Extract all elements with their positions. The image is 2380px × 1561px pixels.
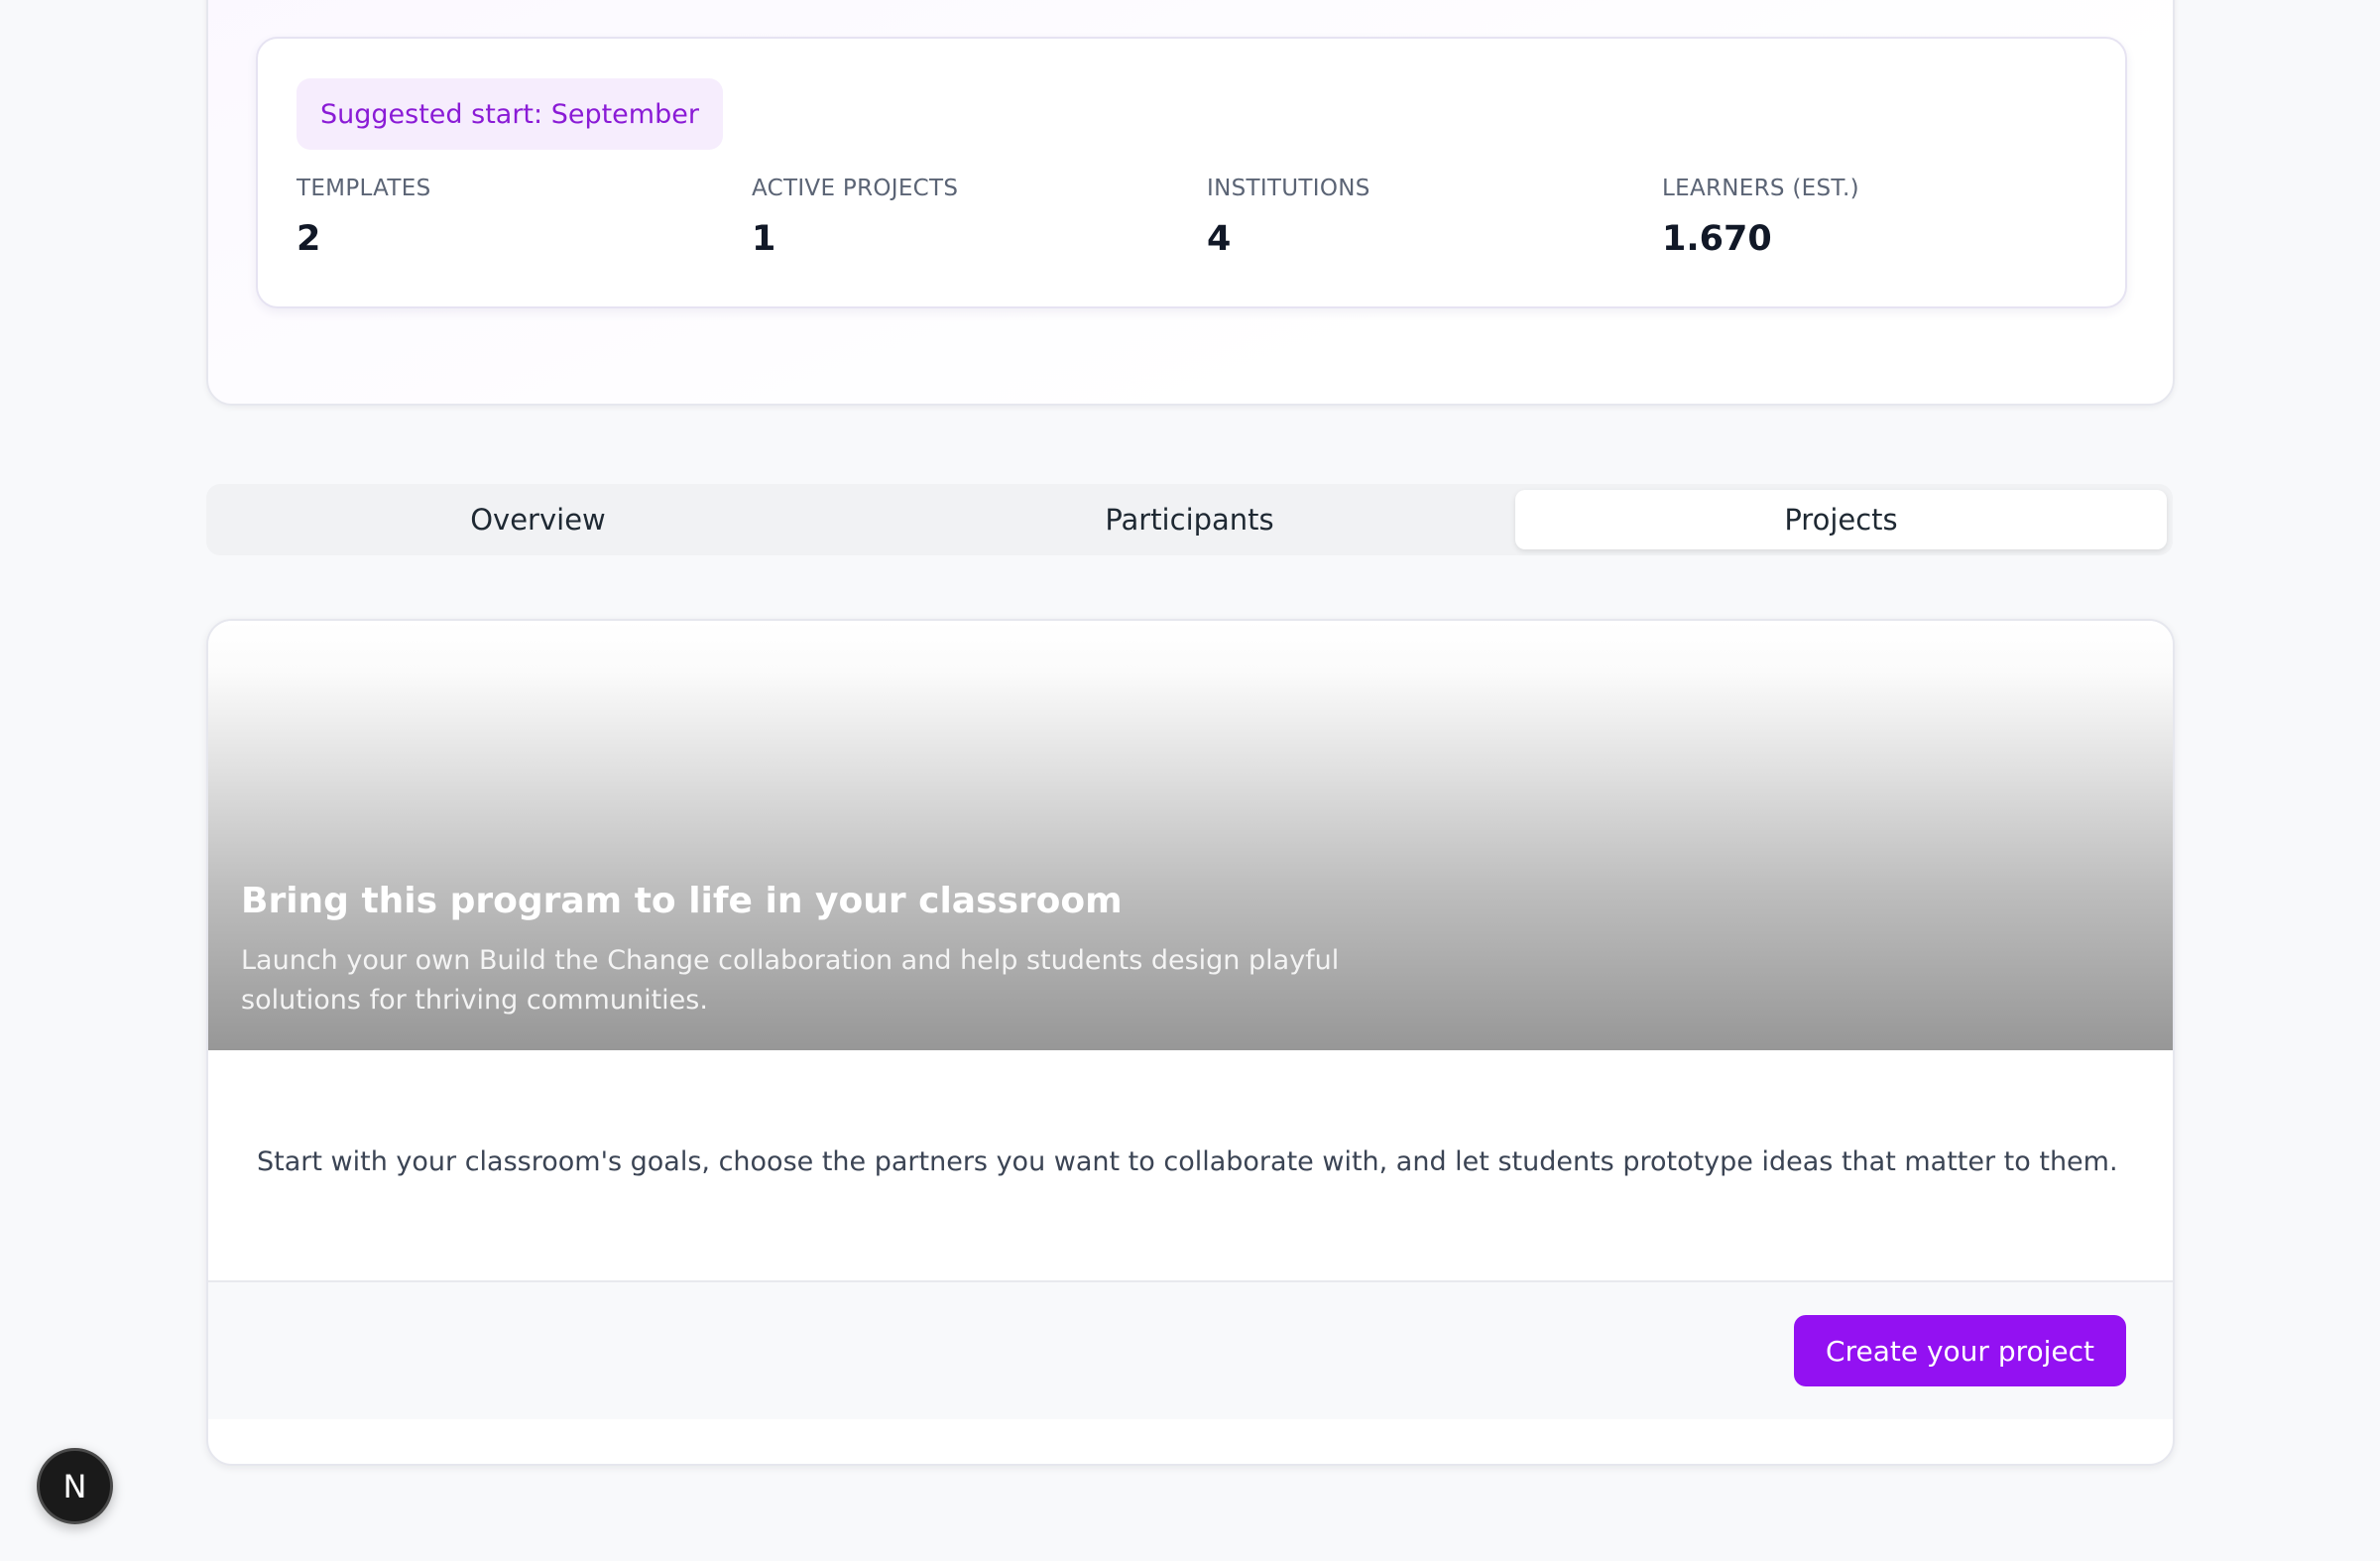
stat-label: INSTITUTIONS [1207,176,1370,201]
program-tabs: Overview Participants Projects [206,484,2173,555]
suggested-start-badge: Suggested start: September [297,78,723,150]
stat-value: 2 [297,219,321,259]
hero-title: Bring this program to life in your class… [241,881,1123,921]
hero-subtitle: Launch your own Build the Change collabo… [241,945,1340,1016]
page: Suggested start: September TEMPLATES 2 A… [0,0,2380,1561]
stat-label: ACTIVE PROJECTS [752,176,959,201]
program-stats-panel: Suggested start: September TEMPLATES 2 A… [256,37,2127,308]
tab-overview[interactable]: Overview [212,490,864,549]
cta-description: Start with your classroom's goals, choos… [257,1146,2118,1177]
stat-value: 1.670 [1662,219,1772,259]
stat-active-projects: ACTIVE PROJECTS 1 [752,176,958,259]
stat-label: TEMPLATES [297,176,431,201]
tab-projects[interactable]: Projects [1515,490,2167,549]
card-footer: Create your project [208,1280,2173,1419]
stat-learners: LEARNERS (EST.) 1.670 [1662,176,1859,259]
stat-label: LEARNERS (EST.) [1662,176,1859,201]
stat-value: 1 [752,219,776,259]
n-logo-icon[interactable]: N [37,1448,113,1524]
stat-value: 4 [1207,219,1232,259]
hero-banner: Bring this program to life in your class… [208,621,2173,1050]
create-project-button[interactable]: Create your project [1794,1315,2126,1386]
stat-institutions: INSTITUTIONS 4 [1207,176,1370,259]
stat-templates: TEMPLATES 2 [297,176,430,259]
create-project-card: Bring this program to life in your class… [206,619,2175,1466]
tab-participants[interactable]: Participants [864,490,1515,549]
program-summary-card: Suggested start: September TEMPLATES 2 A… [206,0,2175,406]
